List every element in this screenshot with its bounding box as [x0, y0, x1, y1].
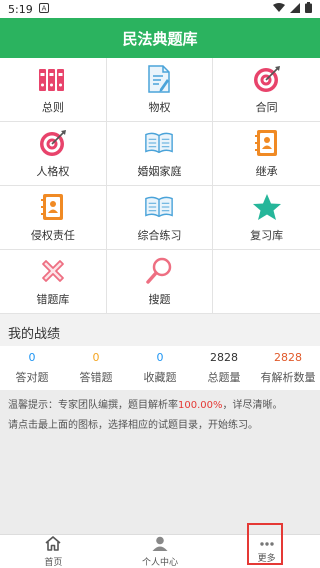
category-label: 继承: [255, 165, 278, 178]
stat-favorites[interactable]: 0 收藏题: [128, 346, 192, 390]
category-label: 复习库: [250, 229, 284, 242]
category-personality[interactable]: 人格权: [0, 122, 107, 186]
category-label: 合同: [255, 101, 278, 114]
bottom-tab-bar: 首页 个人中心 更多: [0, 523, 320, 568]
record-section-title: 我的战绩: [0, 318, 320, 346]
contact-book-icon: [38, 193, 68, 221]
tips-panel: 温馨提示：专家团队编撰，题目解析率100.00%，详尽清晰。 请点击最上面的图标…: [0, 390, 320, 534]
status-bar: 5:19 A: [0, 0, 320, 18]
stat-total: 2828 总题量: [192, 346, 256, 390]
contact-book-icon: [252, 129, 282, 157]
status-time: 5:19: [8, 2, 33, 16]
record-title: 我的战绩: [8, 326, 61, 342]
category-inheritance[interactable]: 继承: [213, 122, 320, 186]
stat-label: 总题量: [207, 371, 241, 384]
tab-personal[interactable]: 个人中心: [107, 535, 214, 568]
tab-home[interactable]: 首页: [0, 535, 107, 568]
category-label: 物权: [148, 101, 171, 114]
tip-text: 温馨提示：专家团队编撰，题目解析率: [8, 400, 178, 411]
grid-empty-cell: [213, 250, 320, 314]
category-label: 综合练习: [137, 229, 182, 242]
page-title: 民法典题库: [122, 29, 198, 48]
record-stats: 0 答对题 0 答错题 0 收藏题 2828 总题量 2828 有解析数量: [0, 346, 320, 390]
search-icon: [144, 257, 174, 285]
target-icon: [38, 129, 68, 157]
category-marriage[interactable]: 婚姻家庭: [107, 122, 214, 186]
home-icon: [45, 535, 61, 554]
stat-correct[interactable]: 0 答对题: [0, 346, 64, 390]
category-contract[interactable]: 合同: [213, 58, 320, 122]
category-comprehensive[interactable]: 综合练习: [107, 186, 214, 250]
document-edit-icon: [144, 65, 174, 93]
star-icon: [252, 193, 282, 221]
open-book-icon: [144, 129, 174, 157]
stat-label: 有解析数量: [260, 371, 316, 384]
tip-line-2: 请点击最上面的图标，选择相应的试题目录，开始练习。: [8, 420, 258, 431]
category-review[interactable]: 复习库: [213, 186, 320, 250]
stat-value: 2828: [210, 351, 238, 364]
analysis-rate: 100.00%: [178, 400, 223, 411]
category-label: 侵权责任: [30, 229, 75, 242]
stat-value: 0: [92, 351, 100, 364]
category-label: 搜题: [148, 293, 171, 306]
target-icon: [252, 65, 282, 93]
app-header: 民法典题库: [0, 18, 320, 58]
open-book-icon: [144, 193, 174, 221]
tab-more[interactable]: 更多: [213, 523, 320, 568]
category-general[interactable]: 总则: [0, 58, 107, 122]
app-notification-icon: A: [38, 2, 49, 16]
category-tort[interactable]: 侵权责任: [0, 186, 107, 250]
battery-icon: [305, 2, 312, 16]
category-search[interactable]: 搜题: [107, 250, 214, 314]
user-icon: [152, 536, 168, 554]
tip-line-1: 温馨提示：专家团队编撰，题目解析率100.00%，详尽清晰。: [8, 396, 312, 416]
category-label: 总则: [41, 101, 64, 114]
tab-label: 首页: [44, 557, 63, 568]
stat-wrong[interactable]: 0 答错题: [64, 346, 128, 390]
stat-label: 收藏题: [143, 371, 177, 384]
svg-text:A: A: [41, 4, 46, 12]
tip-text: ，详尽清晰。: [222, 400, 283, 411]
category-grid: 总则 物权 合同 人格权 婚姻家庭 继承 侵权责任 综合练习 复习库 错题库 搜…: [0, 58, 320, 314]
binders-icon: [38, 65, 68, 93]
stat-label: 答对题: [15, 371, 49, 384]
cross-icon: [38, 257, 68, 285]
stat-value: 0: [28, 351, 36, 364]
wifi-icon: [273, 2, 285, 16]
stat-value: 0: [156, 351, 164, 364]
category-wrong-questions[interactable]: 错题库: [0, 250, 107, 314]
signal-icon: [290, 2, 300, 16]
category-label: 婚姻家庭: [137, 165, 182, 178]
stat-analysis: 2828 有解析数量: [256, 346, 320, 390]
tab-label: 个人中心: [142, 557, 179, 568]
stat-value: 2828: [274, 351, 302, 364]
category-label: 人格权: [36, 165, 70, 178]
stat-label: 答错题: [79, 371, 113, 384]
category-label: 错题库: [36, 293, 70, 306]
highlight-box: [247, 523, 284, 565]
category-property[interactable]: 物权: [107, 58, 214, 122]
